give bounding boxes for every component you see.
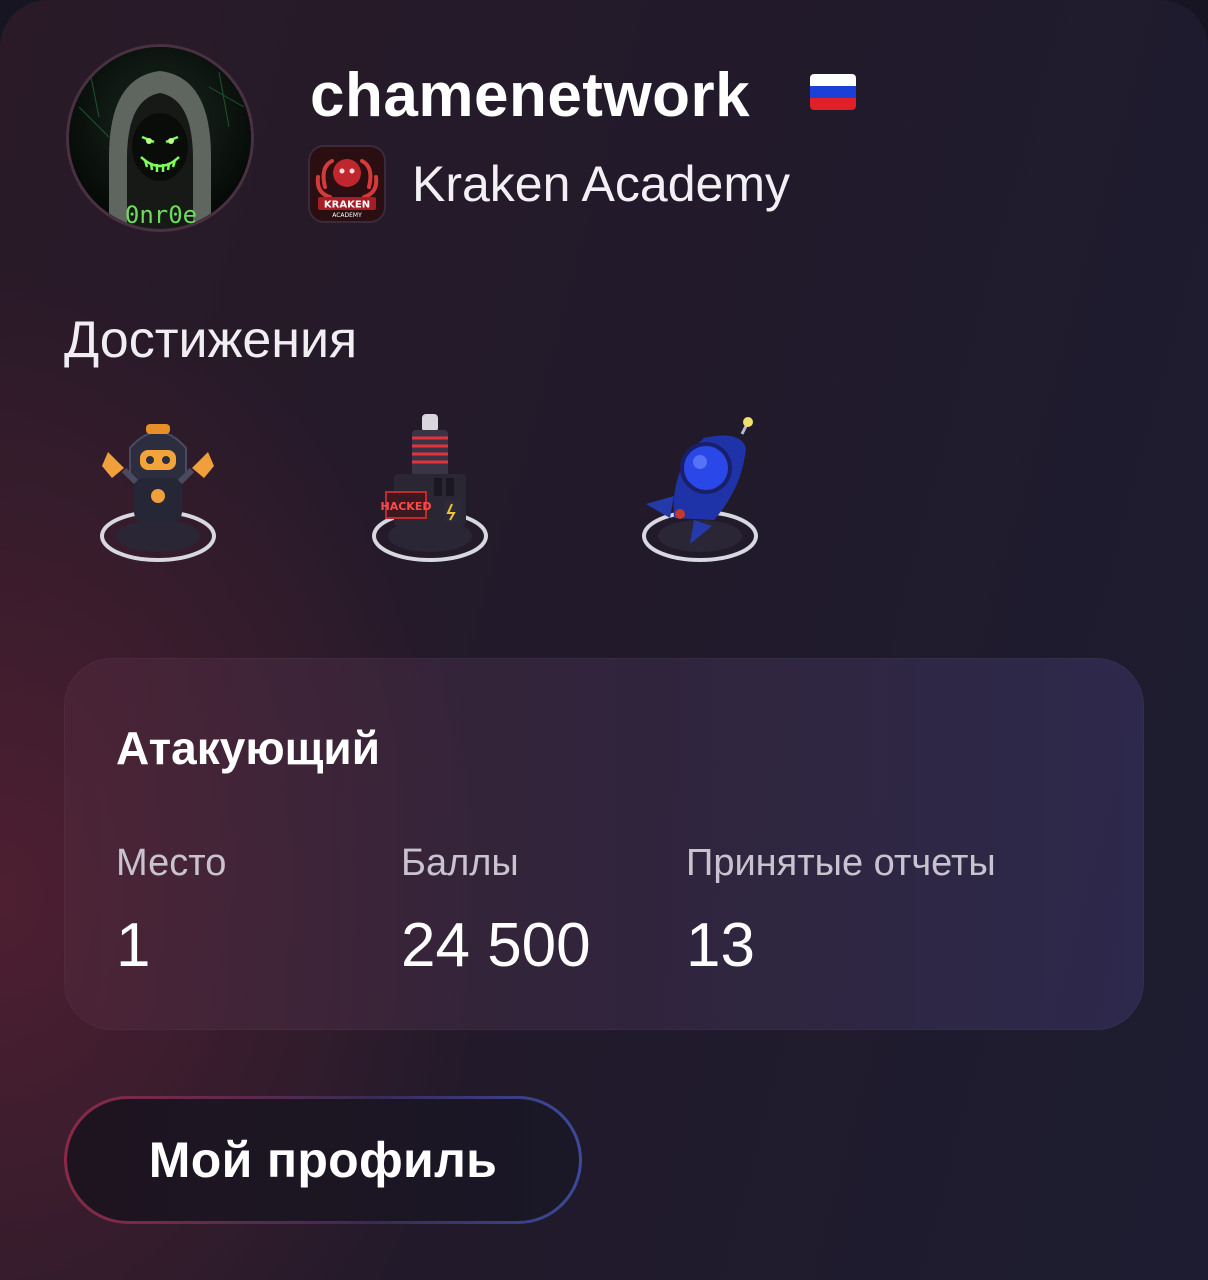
svg-text:0nr0e: 0nr0e <box>125 201 197 229</box>
achievements-title: Достижения <box>64 311 358 369</box>
team-logo[interactable]: KRAKEN ACADEMY <box>308 145 386 223</box>
team-name[interactable]: Kraken Academy <box>412 152 790 216</box>
reports-label: Принятые отчеты <box>686 842 996 884</box>
my-profile-button[interactable]: Мой профиль <box>64 1096 582 1224</box>
my-profile-button-label: Мой профиль <box>67 1099 579 1221</box>
points-value: 24 500 <box>401 911 591 980</box>
svg-text:HACKED: HACKED <box>381 500 432 513</box>
svg-text:KRAKEN: KRAKEN <box>324 200 370 211</box>
stats-category-title: Атакующий <box>116 722 380 774</box>
svg-text:ACADEMY: ACADEMY <box>332 212 362 219</box>
hacked-tower-achievement-icon[interactable]: HACKED <box>360 408 510 573</box>
kraken-logo-icon: KRAKEN ACADEMY <box>310 147 384 221</box>
hooded-hacker-avatar-image: 0nr0e <box>69 47 251 229</box>
robot-achievement-icon[interactable] <box>90 408 240 573</box>
reports-value: 13 <box>686 911 755 980</box>
profile-card: 0nr0e chamenetwork KRAKEN ACADEMY Kraken… <box>0 0 1208 1280</box>
username: chamenetwork <box>310 61 751 130</box>
stats-panel: Атакующий Место 1 Баллы 24 500 Принятые … <box>64 658 1144 1030</box>
russia-flag-icon <box>810 74 856 110</box>
rocket-achievement-icon[interactable] <box>630 408 780 573</box>
avatar[interactable]: 0nr0e <box>66 44 254 232</box>
points-label: Баллы <box>401 842 519 884</box>
place-label: Место <box>116 842 227 884</box>
place-value: 1 <box>116 911 151 980</box>
